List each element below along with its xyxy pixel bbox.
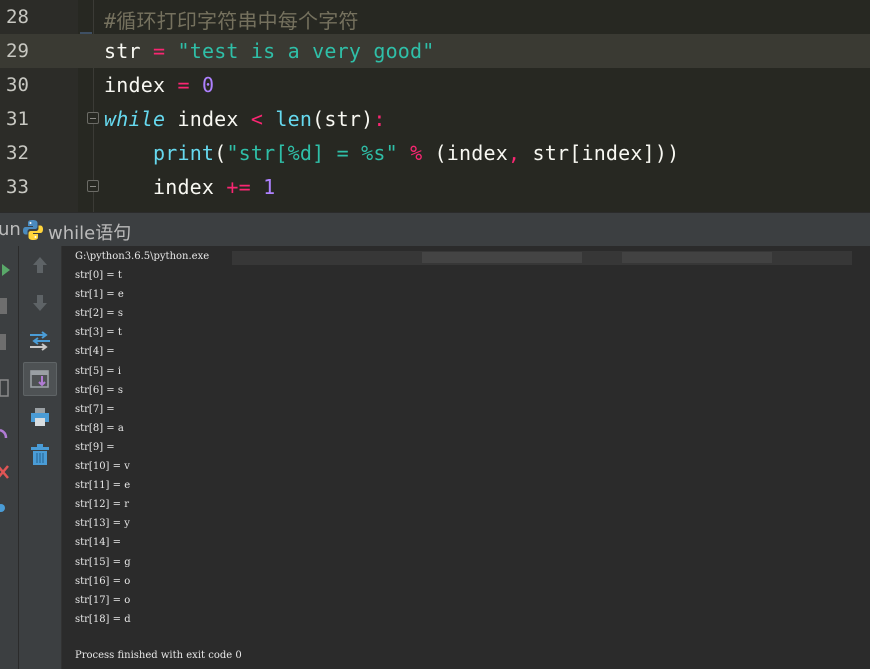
scroll-to-end-button[interactable] — [23, 362, 57, 396]
console-output-line: str[15] = g — [75, 556, 131, 568]
soft-wrap-button[interactable] — [23, 324, 57, 358]
rerun-icon[interactable] — [0, 258, 14, 282]
code-token: index — [104, 175, 227, 199]
console-output-line: str[8] = a — [75, 422, 124, 434]
code-text[interactable]: print("str[%d] = %s" % (index, str[index… — [104, 141, 679, 165]
scroll-to-end-icon — [30, 370, 49, 388]
code-line[interactable]: 31 while index < len(str): — [0, 102, 870, 136]
code-text[interactable]: #循环打印字符串中每个字符 — [104, 5, 359, 34]
code-token: (index — [422, 141, 508, 165]
code-token: str[index])) — [520, 141, 680, 165]
line-number: 30 — [6, 74, 29, 96]
console-output-line: str[5] = i — [75, 365, 122, 377]
console-output-line: str[3] = t — [75, 327, 122, 339]
console-output-line: str[1] = e — [75, 289, 124, 301]
console-output-line: str[17] = o — [75, 594, 131, 606]
code-token: (str) — [312, 107, 374, 131]
console-output-line: str[16] = o — [75, 575, 131, 587]
fold-end-icon[interactable] — [87, 180, 99, 192]
code-text[interactable]: str = "test is a very good" — [104, 39, 435, 63]
fold-collapse-icon[interactable] — [87, 112, 99, 124]
console-output-line: str[0] = t — [75, 270, 122, 281]
console-toolbar — [19, 246, 62, 669]
debug-icon[interactable] — [0, 422, 14, 446]
code-line[interactable]: 29 str = "test is a very good" — [0, 34, 870, 68]
code-token: while — [104, 107, 166, 131]
line-number: 31 — [6, 108, 29, 130]
console-output-line: str[4] = — [75, 346, 122, 358]
line-number: 33 — [6, 176, 29, 198]
code-token: index — [104, 73, 166, 97]
up-stack-frame-button[interactable] — [23, 248, 57, 282]
code-token: = — [165, 73, 202, 97]
arrow-down-icon — [33, 295, 47, 311]
close-icon[interactable] — [0, 460, 14, 484]
console-output[interactable]: G:\python3.6.5\python.exe str[0] = t str[… — [62, 246, 870, 669]
line-number: 29 — [6, 40, 29, 62]
console-output-line: str[6] = s — [75, 384, 123, 396]
code-text[interactable]: while index < len(str): — [104, 107, 386, 131]
code-token: print — [152, 141, 215, 165]
code-token: index — [165, 107, 251, 131]
run-actions-strip — [0, 246, 19, 669]
code-token: < — [250, 107, 264, 131]
code-line[interactable]: 33 index += 1 — [0, 170, 870, 204]
process-exit-message: Process finished with exit code 0 — [75, 650, 242, 661]
run-configuration-name[interactable]: while语句 — [48, 219, 131, 245]
code-token: = — [140, 39, 178, 63]
code-text[interactable]: index = 0 — [104, 73, 214, 97]
code-token: % — [410, 141, 423, 165]
console-output-line: str[2] = s — [75, 308, 123, 320]
help-icon[interactable] — [0, 496, 14, 520]
console-output-line: str[10] = v — [75, 461, 130, 472]
console-output-line: str[13] = y — [75, 518, 130, 530]
code-line[interactable]: 32 print("str[%d] = %s" % (index, str[in… — [0, 136, 870, 170]
code-token: : — [373, 107, 386, 131]
code-line[interactable]: 28 #循环打印字符串中每个字符 — [0, 0, 870, 34]
run-tool-window-header: un while语句 — [0, 212, 870, 246]
console-output-line: str[9] = — [75, 441, 122, 453]
code-token: 0 — [201, 73, 215, 97]
code-token: 1 — [263, 175, 276, 199]
code-editor[interactable]: 28 #循环打印字符串中每个字符 29 str = "test is a very g… — [0, 0, 870, 212]
console-output-line: str[18] = d — [75, 613, 131, 625]
arrow-up-icon — [33, 257, 47, 273]
soft-wrap-icon — [30, 331, 50, 351]
console-output-line: str[7] = — [75, 403, 122, 415]
line-number: 32 — [6, 142, 29, 164]
redacted-path-segment — [422, 252, 582, 263]
code-token: += — [226, 175, 251, 199]
code-token: #循环打印字符串中每个字符 — [104, 9, 359, 33]
code-token: "test is a very good" — [177, 39, 435, 63]
code-token: len — [275, 107, 313, 131]
redacted-path-segment — [622, 252, 772, 263]
restore-layout-icon[interactable] — [0, 376, 14, 400]
code-line[interactable]: 30 index = 0 — [0, 68, 870, 102]
code-text[interactable]: index += 1 — [104, 175, 275, 199]
console-output-line: str[14] = — [75, 537, 128, 549]
down-stack-frame-button[interactable] — [23, 286, 57, 320]
run-tab-label[interactable]: un — [0, 219, 21, 240]
console-command-line: G:\python3.6.5\python.exe — [75, 251, 210, 262]
console-output-line: str[11] = e — [75, 480, 131, 492]
trash-icon — [31, 444, 49, 465]
print-icon — [31, 408, 49, 426]
python-icon — [23, 220, 43, 240]
stop-icon[interactable] — [0, 294, 14, 318]
code-token: ( — [214, 141, 227, 165]
pause-icon[interactable] — [0, 330, 14, 354]
code-token: str — [104, 39, 141, 63]
clear-all-button[interactable] — [23, 438, 57, 472]
code-token: , — [508, 141, 521, 165]
console-output-line: str[12] = r — [75, 499, 129, 511]
code-token: "str[%d] = %s" — [226, 141, 398, 165]
line-number: 28 — [6, 6, 29, 28]
print-button[interactable] — [23, 400, 57, 434]
